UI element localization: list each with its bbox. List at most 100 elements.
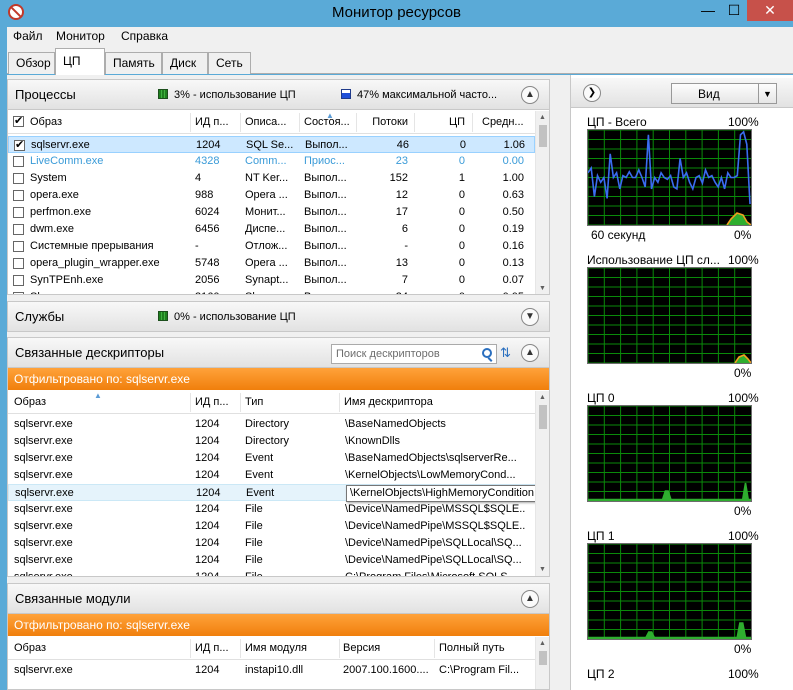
col-average-cpu[interactable]: Средн... [482,116,530,128]
cpu-graph-svg [588,268,751,363]
process-pid: 2056 [195,274,220,286]
handle-type: File [245,537,263,549]
process-description: SQL Se... [246,139,294,151]
services-header[interactable]: Службы 0% - использование ЦП ▼ [8,302,549,331]
process-checkbox[interactable] [13,156,24,167]
col-state[interactable]: Состоя... [304,116,356,128]
process-row[interactable]: SynTPEnh.exe 2056 Synapt... Выпол... 7 0 0.07 [8,272,535,289]
col-module-name[interactable]: Имя модуля [245,642,335,654]
collapse-modules-icon[interactable]: ▲ [521,590,539,608]
col-handle-pid[interactable]: ИД п... [195,396,239,408]
handle-row[interactable]: sqlservr.exe 1204 File C:\Program Files\Mic… [8,569,535,577]
tab-cpu[interactable]: ЦП [55,48,105,75]
col-module-pid[interactable]: ИД п... [195,642,239,654]
process-checkbox[interactable] [13,292,24,294]
handles-scrollbar[interactable]: ▲ ▼ [535,391,549,576]
process-row[interactable]: ✔ sqlservr.exe 1204 SQL Se... Выпол... 46 0 1.0… [8,136,535,153]
process-checkbox[interactable]: ✔ [14,140,25,151]
process-checkbox[interactable] [13,224,24,235]
process-row[interactable]: Системные прерывания - Отлож... Выпол... - 0 0… [8,238,535,255]
handle-row[interactable]: sqlservr.exe 1204 Event \KernelObjects\LowM… [8,467,535,484]
process-checkbox[interactable] [13,241,24,252]
handle-row[interactable]: sqlservr.exe 1204 File \Device\NamedPipe\MS… [8,518,535,535]
refresh-icon[interactable]: ⇅ [500,346,514,361]
services-swatch-icon [158,311,168,321]
col-module-image[interactable]: Образ [14,642,184,654]
handle-row[interactable]: sqlservr.exe 1204 Event \BaseNamedObjects\s… [8,450,535,467]
handle-name: \Device\NamedPipe\MSSQL$SQLE... [345,503,525,515]
process-checkbox[interactable] [13,275,24,286]
handle-row[interactable]: sqlservr.exe 1204 Directory \BaseNamedObjec… [8,416,535,433]
handle-row[interactable]: sqlservr.exe 1204 File \Device\NamedPipe\SQ… [8,552,535,569]
handle-row[interactable]: sqlservr.exe 1204 Directory \KnownDlls [8,433,535,450]
handle-type: File [245,503,263,515]
minimize-button[interactable]: — [695,0,721,21]
process-row[interactable]: opera_plugin_wrapper.exe 5748 Opera ... Вып… [8,255,535,272]
process-description: Skype ... [245,291,297,294]
process-row[interactable]: opera.exe 988 Opera ... Выпол... 12 0 0.63 [8,187,535,204]
process-row[interactable]: Skype.exe 3160 Skype ... Выпол... 34 0 0.05 [8,289,535,294]
handles-header[interactable]: Связанные дескрипторы Поиск дескрипторов… [8,338,549,368]
col-cpu[interactable]: ЦП [418,116,465,128]
menu-monitor[interactable]: Монитор [56,29,105,43]
tab-memory[interactable]: Память [105,52,162,74]
select-all-checkbox[interactable]: ✔ [13,116,24,127]
process-checkbox[interactable] [13,173,24,184]
process-image: perfmon.exe [30,206,92,218]
col-handle-name[interactable]: Имя дескриптора [344,396,524,408]
process-row[interactable]: System 4 NT Ker... Выпол... 152 1 1.00 [8,170,535,187]
modules-scrollbar[interactable]: ▲ [535,637,549,689]
handle-name: \KnownDlls [345,435,401,447]
process-row[interactable]: perfmon.exe 6024 Монит... Выпол... 17 0 0.50 [8,204,535,221]
collapse-processes-icon[interactable]: ▲ [521,86,539,104]
col-handle-image[interactable]: Образ [14,396,184,408]
processes-header[interactable]: Процессы 3% - использование ЦП 47% макси… [8,80,549,110]
process-checkbox[interactable] [13,190,24,201]
handle-search-input[interactable]: Поиск дескрипторов [331,344,497,364]
process-pid: 6456 [195,223,220,235]
col-pid[interactable]: ИД п... [195,116,239,128]
process-image: System [30,172,67,184]
close-button[interactable]: ✕ [747,0,793,21]
process-row[interactable]: dwm.exe 6456 Диспе... Выпол... 6 0 0.19 [8,221,535,238]
maximize-button[interactable]: ☐ [721,0,747,21]
collapse-handles-icon[interactable]: ▲ [521,344,539,362]
main-area: Процессы 3% - использование ЦП 47% макси… [7,75,793,690]
modules-filter-bar[interactable]: Отфильтровано по: sqlservr.exe [8,614,549,636]
expand-graphs-icon[interactable]: ❯ [583,84,601,102]
graph-min-label: 0% [734,642,752,656]
handle-row[interactable]: sqlservr.exe 1204 File \Device\NamedPipe\MS… [8,501,535,518]
handles-filter-bar[interactable]: Отфильтровано по: sqlservr.exe [8,368,549,390]
col-handle-type[interactable]: Тип [245,396,335,408]
module-row[interactable]: sqlservr.exe 1204 instapi10.dll 2007.100.16… [8,662,535,679]
tab-overview[interactable]: Обзор [8,52,55,74]
menu-file[interactable]: Файл [13,29,43,43]
graph-min-label: 0% [734,504,752,518]
col-module-version[interactable]: Версия [343,642,431,654]
process-threads: 7 [401,274,408,286]
col-module-path[interactable]: Полный путь [439,642,529,654]
expand-services-icon[interactable]: ▼ [521,308,539,326]
processes-scrollbar[interactable]: ▲ ▼ [535,111,549,294]
view-button[interactable]: Вид [671,83,759,104]
modules-header[interactable]: Связанные модули ▲ [8,584,549,614]
tab-network[interactable]: Сеть [208,52,251,74]
menu-help[interactable]: Справка [121,29,168,43]
handle-row[interactable]: sqlservr.exe 1204 File \Device\NamedPipe\SQ… [8,535,535,552]
col-description[interactable]: Описа... [245,116,299,128]
process-checkbox[interactable] [13,207,24,218]
col-image[interactable]: Образ [30,116,180,128]
handle-type: Directory [245,435,290,447]
view-dropdown-arrow-icon[interactable]: ▼ [759,83,777,104]
tab-disk[interactable]: Диск [162,52,208,74]
graph-title: ЦП 1 [587,529,615,543]
process-checkbox[interactable] [13,258,24,269]
col-threads[interactable]: Потоки [360,116,408,128]
handle-row[interactable]: sqlservr.exe 1204 Event \KernelObjects\High… [8,484,539,502]
handle-image: sqlservr.exe [14,418,73,430]
process-row[interactable]: LiveComm.exe 4328 Comm... Приос... 23 0 0.00 [8,153,535,170]
process-average-cpu: 0.50 [502,206,524,218]
process-description: Opera ... [245,257,288,269]
handle-name: C:\Program Files\Microsoft SQLS... [345,571,517,577]
search-icon[interactable] [482,348,492,358]
